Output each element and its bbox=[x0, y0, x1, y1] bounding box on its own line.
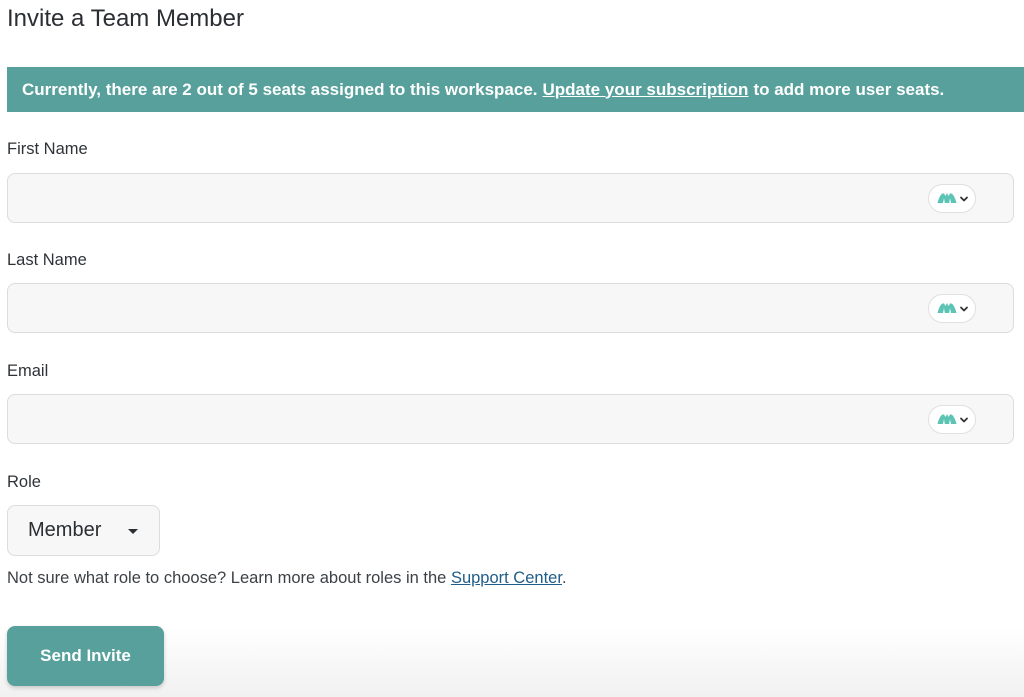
role-select[interactable]: Member bbox=[7, 505, 160, 556]
mountain-logo-icon bbox=[936, 298, 957, 319]
autofill-extension-button[interactable] bbox=[928, 184, 976, 213]
email-label: Email bbox=[7, 362, 49, 380]
banner-text-end: to add more user seats. bbox=[753, 79, 945, 99]
help-text-end: . bbox=[561, 569, 567, 587]
send-invite-button[interactable]: Send Invite bbox=[7, 626, 164, 686]
last-name-field-wrap bbox=[7, 283, 1014, 333]
mountain-logo-icon bbox=[936, 188, 957, 209]
email-field-wrap bbox=[7, 394, 1014, 444]
invite-team-member-page: Invite a Team Member Currently, there ar… bbox=[0, 0, 1024, 697]
banner-text: Currently, there are 2 out of 5 seats as… bbox=[22, 79, 538, 99]
autofill-extension-button[interactable] bbox=[928, 294, 976, 323]
update-subscription-link[interactable]: Update your subscription bbox=[543, 80, 749, 100]
chevron-down-icon bbox=[959, 306, 968, 311]
chevron-down-icon bbox=[959, 417, 968, 422]
last-name-input[interactable] bbox=[8, 284, 1013, 332]
page-title: Invite a Team Member bbox=[7, 5, 244, 32]
help-text: Not sure what role to choose? Learn more… bbox=[7, 569, 447, 587]
seats-banner: Currently, there are 2 out of 5 seats as… bbox=[7, 67, 1024, 112]
mountain-logo-icon bbox=[936, 409, 957, 430]
caret-down-icon bbox=[128, 529, 138, 534]
email-input[interactable] bbox=[8, 395, 1013, 443]
chevron-down-icon bbox=[959, 196, 968, 201]
role-help-text: Not sure what role to choose? Learn more… bbox=[7, 569, 567, 588]
role-selected-value: Member bbox=[28, 519, 102, 541]
first-name-input[interactable] bbox=[8, 174, 1013, 222]
last-name-label: Last Name bbox=[7, 251, 87, 269]
first-name-label: First Name bbox=[7, 140, 88, 158]
role-label: Role bbox=[7, 473, 41, 491]
autofill-extension-button[interactable] bbox=[928, 405, 976, 434]
support-center-link[interactable]: Support Center bbox=[451, 569, 562, 587]
first-name-field-wrap bbox=[7, 173, 1014, 223]
